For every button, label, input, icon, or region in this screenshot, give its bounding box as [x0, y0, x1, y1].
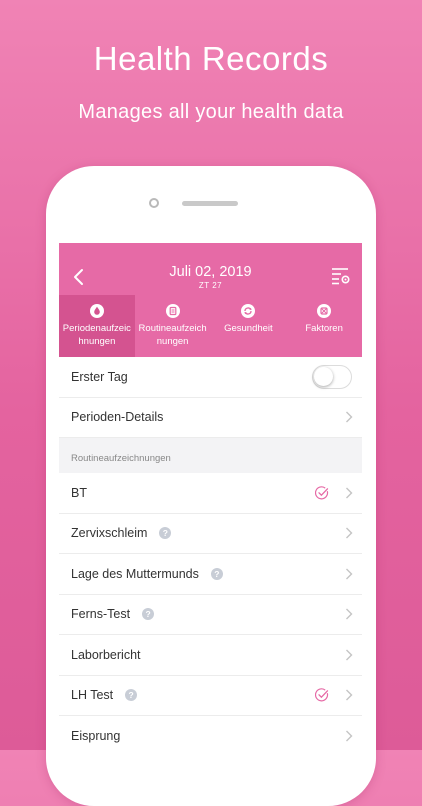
row-label: Ferns-Test: [71, 607, 131, 622]
chevron-right-icon: [346, 730, 353, 742]
chevron-right-icon: [346, 608, 353, 620]
row-label: Lage des Muttermunds: [71, 566, 199, 581]
check-circle-icon: [315, 688, 329, 702]
chevron-right-icon: [346, 568, 353, 580]
date-title[interactable]: Juli 02, 2019: [59, 264, 362, 280]
clipboard-icon: [165, 304, 180, 318]
erster-tag-toggle[interactable]: [312, 364, 352, 389]
record-list: Erster Tag Perioden-Details Routineaufze…: [59, 357, 362, 753]
chevron-right-icon: [346, 411, 353, 423]
tab-label: Periodenaufzeichnungen: [62, 323, 131, 347]
tab-routineaufzeichnungen[interactable]: Routineaufzeichnungen: [135, 295, 211, 357]
row-lh-test[interactable]: LH Test ?: [59, 676, 362, 716]
help-icon[interactable]: ?: [210, 567, 223, 580]
row-laborbericht[interactable]: Laborbericht: [59, 635, 362, 676]
row-lage-des-muttermunds[interactable]: Lage des Muttermunds ?: [59, 554, 362, 595]
phone-speaker: [182, 201, 238, 206]
row-perioden-details[interactable]: Perioden-Details: [59, 398, 362, 438]
app-header: Juli 02, 2019 ZT 27 Periodenaufzeichnung…: [59, 243, 362, 357]
row-label: LH Test: [71, 688, 114, 703]
row-ferns-test[interactable]: Ferns-Test ?: [59, 595, 362, 635]
row-zervixschleim[interactable]: Zervixschleim ?: [59, 514, 362, 554]
drop-icon: [89, 304, 104, 318]
phone-camera: [149, 198, 159, 208]
row-label: Zervixschleim: [71, 526, 148, 541]
row-erster-tag: Erster Tag: [59, 357, 362, 398]
section-header: Routineaufzeichnungen: [59, 438, 362, 473]
chevron-right-icon: [346, 527, 353, 539]
row-label: Erster Tag: [71, 369, 128, 384]
app-screen: Juli 02, 2019 ZT 27 Periodenaufzeichnung…: [59, 243, 362, 753]
row-eisprung[interactable]: Eisprung: [59, 716, 362, 753]
list-settings-icon[interactable]: [331, 267, 351, 285]
chevron-right-icon: [346, 689, 353, 701]
factor-icon: [317, 304, 332, 318]
cycle-day-label: ZT 27: [198, 281, 223, 290]
chevron-right-icon: [346, 487, 353, 499]
check-circle-icon: [315, 486, 329, 500]
record-tabs: Periodenaufzeichnungen Routineaufzeichnu…: [59, 295, 362, 357]
promo-subtitle: Manages all your health data: [78, 101, 344, 123]
refresh-icon: [241, 304, 256, 318]
tab-gesundheit[interactable]: Gesundheit: [211, 295, 287, 357]
tab-faktoren[interactable]: Faktoren: [286, 295, 362, 357]
help-icon[interactable]: ?: [159, 527, 172, 540]
row-bt[interactable]: BT: [59, 473, 362, 514]
help-icon[interactable]: ?: [142, 608, 155, 621]
row-label: BT: [71, 485, 87, 500]
row-label: Eisprung: [71, 728, 121, 743]
tab-label: Faktoren: [305, 323, 343, 334]
tab-label: Routineaufzeichnungen: [138, 323, 207, 347]
row-label: Laborbericht: [71, 647, 141, 662]
help-icon[interactable]: ?: [125, 689, 138, 702]
tab-periodenaufzeichnungen[interactable]: Periodenaufzeichnungen: [59, 295, 135, 357]
row-label: Perioden-Details: [71, 410, 164, 425]
promo-title: Health Records: [93, 40, 329, 77]
chevron-right-icon: [346, 649, 353, 661]
toggle-knob: [314, 366, 333, 386]
tab-label: Gesundheit: [224, 323, 273, 334]
